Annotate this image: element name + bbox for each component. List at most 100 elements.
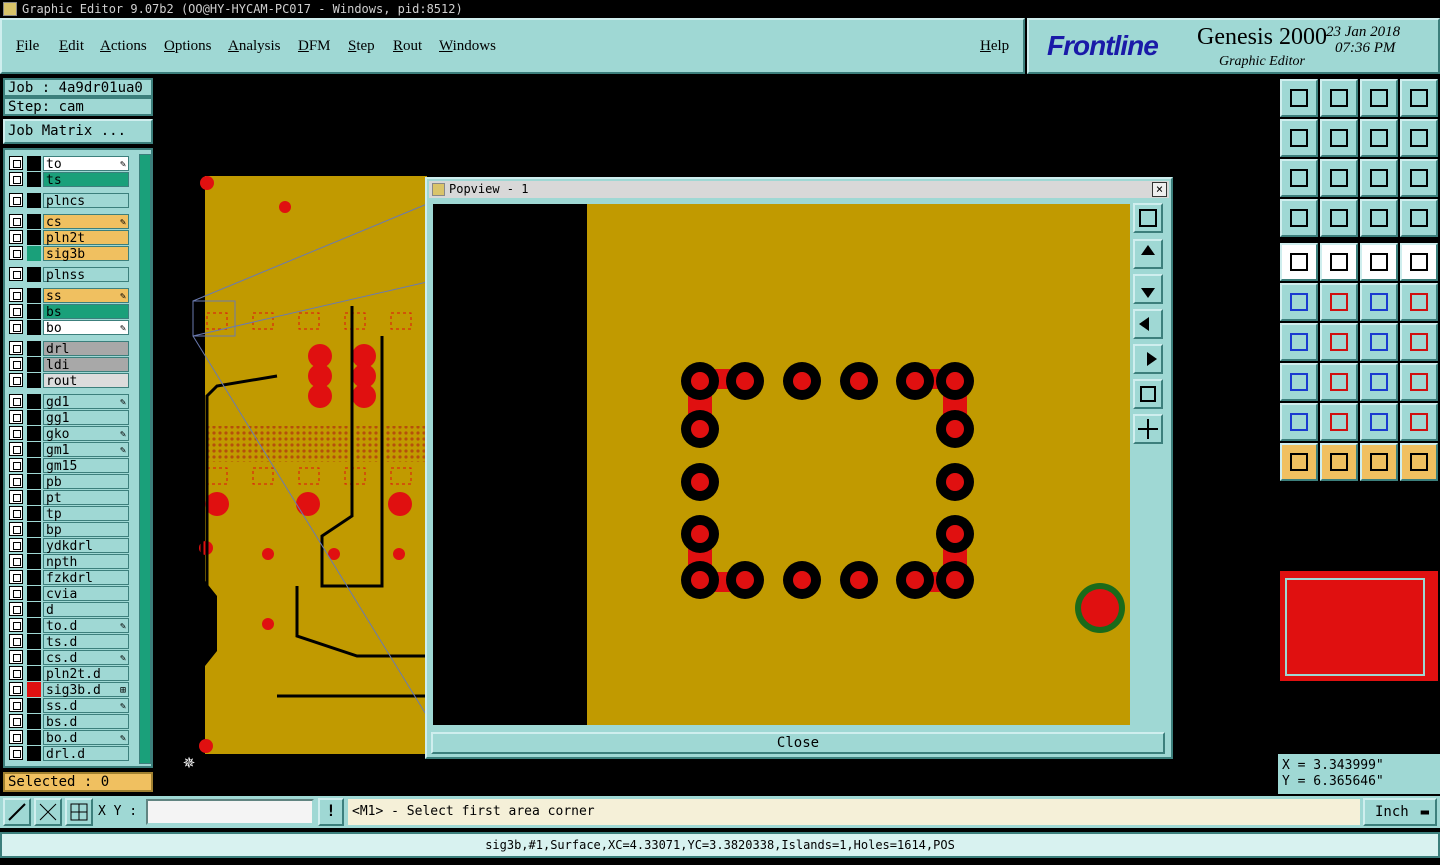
layer-checkbox[interactable]: [9, 357, 23, 371]
layer-row[interactable]: gko ✎: [9, 426, 129, 442]
layer-row[interactable]: pln2t.d: [9, 666, 129, 682]
layer-color-swatch[interactable]: [27, 230, 41, 245]
select-area-icon[interactable]: [1360, 443, 1398, 481]
layer-name[interactable]: bs.d: [43, 714, 129, 730]
layer-row[interactable]: plnss: [9, 267, 129, 283]
layer-row[interactable]: ts.d: [9, 634, 129, 650]
layer-row[interactable]: bp: [9, 522, 129, 538]
layer-row[interactable]: to ✎: [9, 156, 129, 172]
layer-checkbox[interactable]: [9, 426, 23, 440]
layer-color-swatch[interactable]: [27, 730, 41, 745]
popview-pan-right-button[interactable]: [1133, 344, 1163, 374]
layer-checkbox[interactable]: [9, 650, 23, 664]
layer-color-swatch[interactable]: [27, 156, 41, 171]
layer-row[interactable]: cs ✎: [9, 214, 129, 230]
layer-row[interactable]: gm1 ✎: [9, 442, 129, 458]
layer-row[interactable]: tp: [9, 506, 129, 522]
layer-color-swatch[interactable]: [27, 618, 41, 633]
layer-row[interactable]: to.d ✎: [9, 618, 129, 634]
layer-checkbox[interactable]: [9, 570, 23, 584]
layer-row[interactable]: drl: [9, 341, 129, 357]
layer-name[interactable]: plncs: [43, 193, 129, 209]
triangle-add-icon[interactable]: [1320, 403, 1358, 441]
fit-icon[interactable]: [1280, 159, 1318, 197]
layer-checkbox[interactable]: [9, 394, 23, 408]
layer-checkbox[interactable]: [9, 474, 23, 488]
alert-icon[interactable]: !: [318, 798, 344, 826]
text-icon[interactable]: [1400, 323, 1438, 361]
layer-color-swatch[interactable]: [27, 373, 41, 388]
layer-checkbox[interactable]: [9, 230, 23, 244]
layer-color-swatch[interactable]: [27, 394, 41, 409]
layer-color-swatch[interactable]: [27, 698, 41, 713]
zoom-ratio-icon[interactable]: [1360, 119, 1398, 157]
zoom-next-icon[interactable]: [1320, 119, 1358, 157]
overview-map[interactable]: [1278, 571, 1440, 691]
layer-row[interactable]: bo ✎: [9, 320, 129, 336]
net-icon[interactable]: [1280, 283, 1318, 321]
layer-down-icon[interactable]: [1320, 79, 1358, 117]
menu-actions[interactable]: Actions: [100, 38, 147, 55]
layer-color-swatch[interactable]: [27, 172, 41, 187]
layer-color-swatch[interactable]: [27, 193, 41, 208]
layer-checkbox[interactable]: [9, 522, 23, 536]
xy-input[interactable]: [146, 799, 314, 825]
layer-color-swatch[interactable]: [27, 267, 41, 282]
layer-color-swatch[interactable]: [27, 634, 41, 649]
layer-checkbox[interactable]: [9, 666, 23, 680]
layer-checkbox[interactable]: [9, 458, 23, 472]
menu-step[interactable]: Step: [348, 38, 375, 55]
layer-color-swatch[interactable]: [27, 304, 41, 319]
layer-color-swatch[interactable]: [27, 570, 41, 585]
layer-checkbox[interactable]: [9, 746, 23, 760]
layer-color-swatch[interactable]: [27, 458, 41, 473]
layer-checkbox[interactable]: [9, 682, 23, 696]
layer-color-swatch[interactable]: [27, 666, 41, 681]
layer-name[interactable]: gko ✎: [43, 426, 129, 442]
layer-name[interactable]: fzkdrl: [43, 570, 129, 586]
layer-name[interactable]: npth: [43, 554, 129, 570]
layer-color-swatch[interactable]: [27, 586, 41, 601]
layer-name[interactable]: bp: [43, 522, 129, 538]
layer-name[interactable]: pln2t.d: [43, 666, 129, 682]
layer-name[interactable]: gm1 ✎: [43, 442, 129, 458]
layer-color-swatch[interactable]: [27, 214, 41, 229]
layer-color-swatch[interactable]: [27, 602, 41, 617]
zoom-prev-icon[interactable]: [1280, 119, 1318, 157]
layer-name[interactable]: ldi: [43, 357, 129, 373]
menu-rout[interactable]: Rout: [393, 38, 422, 55]
popview-home-button[interactable]: [1133, 414, 1163, 444]
layer-row[interactable]: bs.d: [9, 714, 129, 730]
menu-analysis[interactable]: Analysis: [228, 38, 281, 55]
layer-row[interactable]: pb: [9, 474, 129, 490]
menu-windows[interactable]: Windows: [439, 38, 496, 55]
traffic-light-icon[interactable]: [1360, 199, 1398, 237]
layer-checkbox[interactable]: [9, 714, 23, 728]
home-icon[interactable]: [1360, 79, 1398, 117]
pointer-icon[interactable]: [1280, 443, 1318, 481]
layer-name[interactable]: ss.d ✎: [43, 698, 129, 714]
layer-color-swatch[interactable]: [27, 341, 41, 356]
scale-icon[interactable]: [1360, 159, 1398, 197]
menu-dfm[interactable]: DFM: [298, 38, 331, 55]
layer-color-swatch[interactable]: [27, 650, 41, 665]
pad-icon[interactable]: [1400, 243, 1438, 281]
popview-pan-up-button[interactable]: [1133, 239, 1163, 269]
layer-row[interactable]: cvia: [9, 586, 129, 602]
layer-name[interactable]: to ✎: [43, 156, 129, 172]
layer-checkbox[interactable]: [9, 304, 23, 318]
popview-zoom-button[interactable]: [1133, 203, 1163, 233]
layer-row[interactable]: gd1 ✎: [9, 394, 129, 410]
popview-fit-button[interactable]: [1133, 379, 1163, 409]
display-icon[interactable]: [1400, 199, 1438, 237]
layer-name[interactable]: drl.d: [43, 746, 129, 762]
layer-row[interactable]: ss ✎: [9, 288, 129, 304]
draw-line-icon[interactable]: [1320, 243, 1358, 281]
redraw-icon[interactable]: [1400, 119, 1438, 157]
job-matrix-button[interactable]: Job Matrix ...: [3, 119, 153, 144]
layer-row[interactable]: bs: [9, 304, 129, 320]
layer-name[interactable]: gm15: [43, 458, 129, 474]
layer-color-swatch[interactable]: [27, 357, 41, 372]
popview-pan-down-button[interactable]: [1133, 274, 1163, 304]
connect-icon[interactable]: [1360, 283, 1398, 321]
